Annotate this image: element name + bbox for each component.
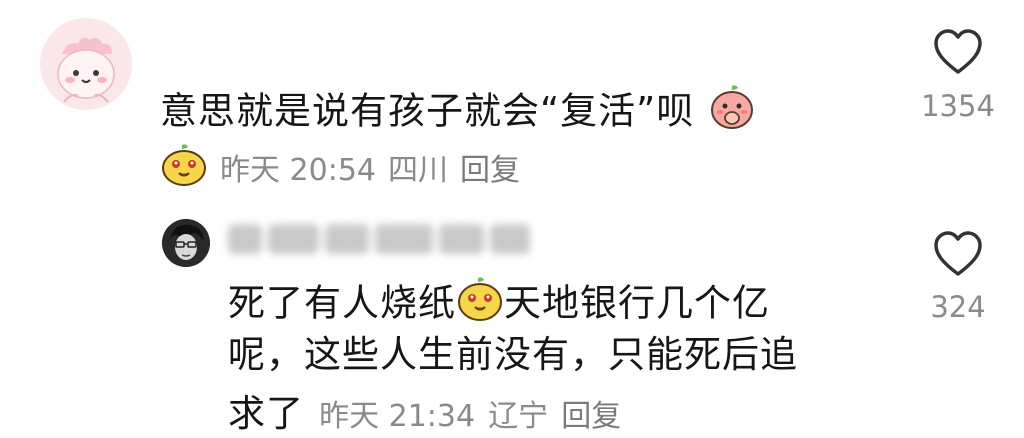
comment-2-line-2: 呢，这些人生前没有，只能死后追 <box>228 333 798 376</box>
avatar-user-2[interactable] <box>162 219 210 267</box>
comment-1-meta: 昨天 20:54 四川 回复 <box>160 143 520 198</box>
comment-2-text-part-2: 天地银行几个亿 <box>504 281 770 325</box>
comment-1-like-count: 1354 <box>921 89 995 123</box>
comment-1-location: 四川 <box>388 152 448 188</box>
yellow-smile-emoji-icon <box>456 276 504 334</box>
comment-1-body: 意思就是说有孩子就会“复活”呗 <box>160 89 695 133</box>
comment-1-text: 意思就是说有孩子就会“复活”呗 <box>160 82 757 144</box>
comment-2-like-count: 324 <box>930 290 986 324</box>
comment-2-location: 辽宁 <box>488 399 549 434</box>
avatar-user-1[interactable] <box>40 18 132 110</box>
comment-1-reply-button[interactable]: 回复 <box>460 151 520 191</box>
peach-cover-mouth-emoji-icon <box>707 82 757 144</box>
comment-2-reply-button[interactable]: 回复 <box>561 399 621 434</box>
sketch-portrait-avatar-icon <box>162 219 210 267</box>
comment-2-time: 昨天 21:34 <box>319 399 476 434</box>
yellow-smile-emoji-icon <box>160 143 208 198</box>
comment-1-like-button[interactable] <box>932 28 984 80</box>
pink-dino-avatar-icon <box>40 18 132 110</box>
heart-outline-icon <box>934 231 982 276</box>
comment-2-author-name-blurred[interactable] <box>228 218 530 260</box>
heart-outline-icon <box>934 29 982 74</box>
comment-2-text-part-1: 死了有人烧纸 <box>228 281 456 325</box>
comment-1-time: 昨天 20:54 <box>220 152 376 188</box>
comment-2-line-1: 死了有人烧纸 天地银行几个亿 <box>228 276 770 334</box>
comment-2-text-part-3: 求了 <box>228 392 304 435</box>
comment-2-like-button[interactable] <box>932 230 984 282</box>
